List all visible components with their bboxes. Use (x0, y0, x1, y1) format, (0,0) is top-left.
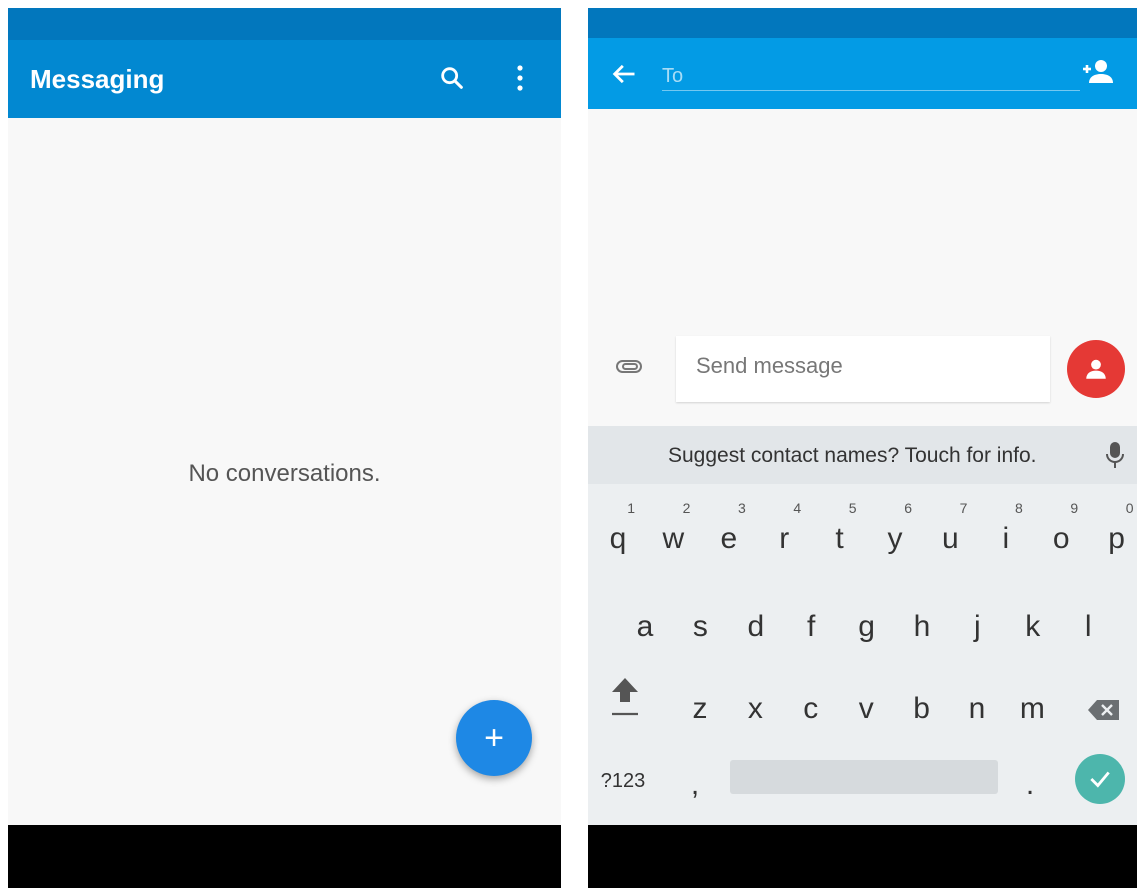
key-hint: 2 (682, 500, 691, 516)
key-z[interactable]: z (673, 674, 727, 744)
key-q[interactable]: q1 (591, 500, 645, 574)
keyboard-row-3: zxcvbnm (588, 674, 1137, 754)
key-u[interactable]: u7 (923, 500, 977, 574)
message-input[interactable]: Send message (676, 336, 1050, 402)
symbols-key[interactable]: ?123 (596, 746, 650, 816)
key-c[interactable]: c (784, 674, 838, 744)
period-key[interactable]: . (1003, 750, 1057, 820)
microphone-icon[interactable] (1104, 440, 1126, 475)
suggest-contacts-text[interactable]: Suggest contact names? Touch for info. (668, 444, 1037, 468)
key-l[interactable]: l (1061, 592, 1115, 662)
to-recipient-input[interactable]: To (662, 62, 1080, 91)
more-options-icon[interactable] (500, 58, 540, 98)
key-h[interactable]: h (895, 592, 949, 662)
key-a[interactable]: a (618, 592, 672, 662)
key-p[interactable]: p0 (1090, 500, 1137, 574)
status-bar (588, 8, 1137, 38)
soft-keyboard: Suggest contact names? Touch for info. q… (588, 426, 1137, 825)
attachment-icon[interactable] (614, 354, 644, 383)
status-bar (8, 8, 561, 40)
checkmark-icon (1090, 771, 1110, 788)
key-e[interactable]: e3 (702, 500, 756, 574)
add-contact-icon[interactable] (1076, 52, 1116, 92)
navigation-bar (8, 825, 561, 888)
key-b[interactable]: b (895, 674, 949, 744)
key-o[interactable]: o9 (1034, 500, 1088, 574)
message-placeholder: Send message (696, 353, 843, 378)
backspace-key[interactable] (1077, 674, 1131, 744)
key-t[interactable]: t5 (813, 500, 867, 574)
key-hint: 7 (959, 500, 968, 516)
new-message-screen: To Send message Suggest contact names? T… (588, 8, 1137, 888)
key-m[interactable]: m (1005, 674, 1059, 744)
app-bar: Messaging (8, 40, 561, 118)
key-g[interactable]: g (840, 592, 894, 662)
key-k[interactable]: k (1006, 592, 1060, 662)
empty-state-text: No conversations. (188, 460, 381, 487)
key-hint: 4 (793, 500, 802, 516)
key-w[interactable]: w2 (646, 500, 700, 574)
key-hint: 5 (848, 500, 857, 516)
key-hint: 8 (1015, 500, 1023, 516)
key-hint: 6 (904, 500, 912, 516)
navigation-bar (588, 825, 1137, 888)
keyboard-row-2: asdfghjkl (588, 592, 1137, 672)
conversation-list-screen: Messaging No conversations. + (8, 8, 561, 888)
enter-key[interactable] (1075, 754, 1125, 804)
key-hint: 3 (738, 500, 746, 516)
key-d[interactable]: d (729, 592, 783, 662)
suggestion-strip[interactable]: Suggest contact names? Touch for info. (588, 426, 1137, 484)
back-arrow-icon[interactable] (604, 54, 644, 94)
key-n[interactable]: n (950, 674, 1004, 744)
key-r[interactable]: r4 (757, 500, 811, 574)
plus-icon: + (484, 718, 504, 757)
search-icon[interactable] (432, 58, 472, 98)
key-y[interactable]: y6 (868, 500, 922, 574)
key-hint: 0 (1125, 500, 1134, 516)
key-v[interactable]: v (839, 674, 893, 744)
key-x[interactable]: x (728, 674, 782, 744)
app-bar: To (588, 38, 1137, 109)
space-bar[interactable] (730, 760, 998, 794)
key-hint: 9 (1070, 500, 1079, 516)
contact-button[interactable] (1067, 340, 1125, 398)
key-f[interactable]: f (784, 592, 838, 662)
key-i[interactable]: i8 (979, 500, 1033, 574)
shift-key[interactable] (598, 674, 652, 744)
keyboard-row-1: q1w2e3r4t5y6u7i8o9p0 (588, 500, 1137, 584)
app-title: Messaging (30, 64, 165, 94)
new-conversation-button[interactable]: + (456, 700, 532, 776)
key-s[interactable]: s (673, 592, 727, 662)
key-hint: 1 (627, 500, 635, 516)
comma-key[interactable]: , (668, 750, 722, 820)
key-j[interactable]: j (950, 592, 1004, 662)
